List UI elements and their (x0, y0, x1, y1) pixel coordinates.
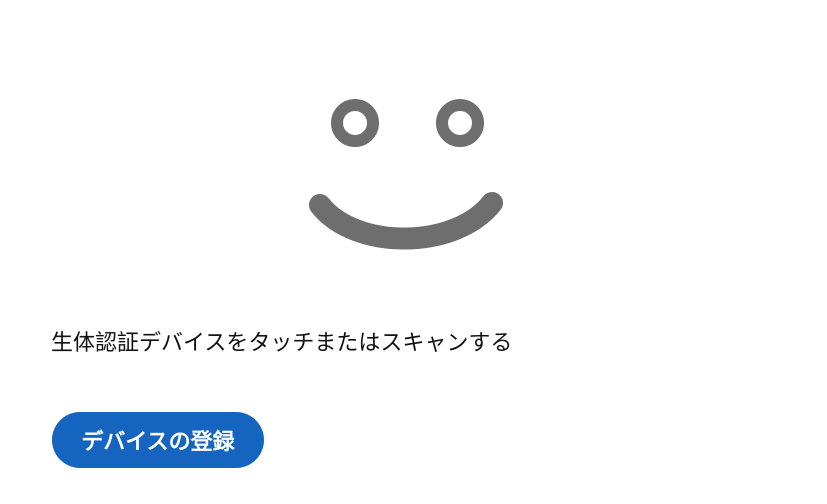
left-eye-icon (331, 99, 379, 147)
right-eye-icon (436, 99, 484, 147)
smiley-face-icon (300, 95, 510, 275)
instruction-text: 生体認証デバイスをタッチまたはスキャンする (51, 331, 513, 356)
smile-mouth-icon (309, 192, 503, 250)
register-device-button[interactable]: デバイスの登録 (52, 412, 264, 468)
